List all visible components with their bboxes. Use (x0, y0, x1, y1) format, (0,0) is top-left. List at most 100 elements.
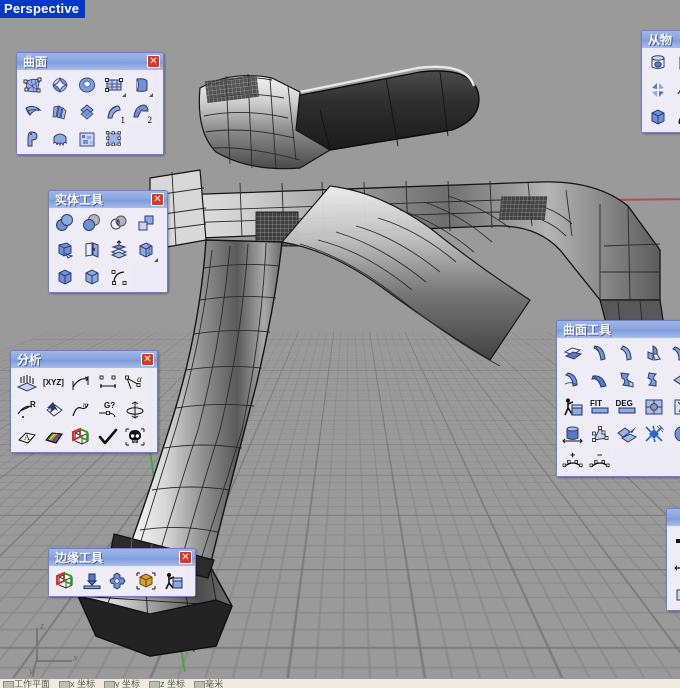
partial-move-icon[interactable] (669, 555, 680, 581)
surface-revolve-1-icon[interactable]: 1 (100, 99, 127, 125)
analysis-length-icon[interactable] (67, 370, 94, 396)
surface-merge-icon[interactable] (640, 340, 667, 366)
surface-sweep-2-rail-icon[interactable] (46, 99, 73, 125)
from-object-pattern-icon[interactable] (644, 77, 671, 103)
edge-join-icon[interactable] (78, 568, 105, 594)
surface-drape-icon[interactable] (46, 126, 73, 152)
toolbar-panel-solid-tools[interactable]: 实体工具 ✕ (48, 190, 168, 293)
analysis-bad-object-icon[interactable] (121, 424, 148, 450)
panel-titlebar-partial-right[interactable] (667, 509, 680, 526)
panel-titlebar-from-object[interactable]: 从物 (642, 31, 680, 48)
analysis-angle-icon[interactable]: α (121, 370, 148, 396)
close-icon[interactable]: ✕ (147, 55, 160, 68)
surface-match-icon[interactable] (613, 340, 640, 366)
from-object-cylinder-icon[interactable] (644, 50, 671, 76)
toolbar-panel-surface[interactable]: 曲面 ✕ 1 2 (16, 52, 164, 155)
toolbar-row (669, 528, 680, 554)
boolean-difference-icon[interactable] (78, 210, 105, 236)
toolbar-panel-from-object[interactable]: 从物 (641, 30, 680, 133)
surface-insert-knot-icon[interactable]: + (559, 448, 586, 474)
surface-remove-knot-icon[interactable]: − (586, 448, 613, 474)
surface-extend-icon[interactable] (559, 367, 586, 393)
surface-offset-icon[interactable] (559, 340, 586, 366)
close-icon[interactable]: ✕ (179, 551, 192, 564)
close-icon[interactable]: ✕ (151, 193, 164, 206)
surface-patch-icon[interactable] (100, 126, 127, 152)
analysis-radius-icon[interactable]: R (13, 397, 40, 423)
status-item-y: y 坐标 (101, 679, 146, 688)
surface-variable-blend-icon[interactable] (640, 367, 667, 393)
surface-change-degree-icon[interactable]: DEG (613, 394, 640, 420)
surface-fit-icon[interactable]: FIT (586, 394, 613, 420)
partial-point-icon[interactable] (669, 528, 680, 554)
toolbar-panel-edge-tools[interactable]: 边缘工具 ✕ (48, 548, 196, 597)
surface-rebuild-worker-icon[interactable] (559, 394, 586, 420)
surface-loft-icon[interactable] (73, 99, 100, 125)
solid-extrude-face-icon[interactable] (51, 237, 78, 263)
surface-revolve-2-icon[interactable]: 2 (127, 99, 154, 125)
edge-show-edges-icon[interactable] (51, 568, 78, 594)
surface-from-network-icon[interactable] (100, 72, 127, 98)
solid-box-icon[interactable] (51, 264, 78, 290)
surface-chamfer-icon[interactable] (613, 367, 640, 393)
surface-fillet-icon[interactable] (586, 367, 613, 393)
from-object-curve-icon[interactable] (671, 77, 680, 103)
panel-titlebar-surface[interactable]: 曲面 ✕ (17, 53, 163, 70)
surface-unroll-icon[interactable] (559, 421, 586, 447)
boolean-intersection-icon[interactable] (105, 210, 132, 236)
analysis-area-icon[interactable]: A (13, 424, 40, 450)
surface-rail-revolve-icon[interactable] (19, 126, 46, 152)
toolbar-panel-partial-right[interactable] (666, 508, 680, 611)
surface-set-uv-icon[interactable] (640, 394, 667, 420)
analysis-geometric-continuity-icon[interactable]: G? (94, 397, 121, 423)
from-object-box-icon[interactable] (644, 104, 671, 130)
surface-sweep-1-rail-icon[interactable] (19, 99, 46, 125)
surface-flatten-icon[interactable] (586, 421, 613, 447)
from-object-arc-icon[interactable] (671, 104, 680, 130)
analysis-check-object-icon[interactable] (94, 424, 121, 450)
surface-from-planar-curves-icon[interactable] (73, 72, 100, 98)
analysis-point-xyz-icon[interactable]: [XYZ] (40, 370, 67, 396)
toolbar-panel-surface-tools[interactable]: 曲面工具 FIT DEG + − (556, 320, 680, 477)
analysis-distance-to-surface-icon[interactable] (13, 370, 40, 396)
panel-titlebar-solid-tools[interactable]: 实体工具 ✕ (49, 191, 167, 208)
from-object-extrude-icon[interactable] (671, 50, 680, 76)
analysis-curvature-graph-icon[interactable]: m (67, 397, 94, 423)
analysis-show-edges-icon[interactable] (67, 424, 94, 450)
toolbar-row (559, 340, 680, 366)
panel-titlebar-surface-tools[interactable]: 曲面工具 (557, 321, 680, 338)
analysis-distance-icon[interactable] (94, 370, 121, 396)
solid-cap-planar-holes-icon[interactable] (105, 237, 132, 263)
viewport-title-perspective[interactable]: Perspective (0, 0, 86, 18)
panel-titlebar-edge-tools[interactable]: 边缘工具 ✕ (49, 549, 195, 566)
toolbar-panel-analysis[interactable]: 分析 ✕ [XYZ] α R m G? A (10, 350, 158, 453)
panel-titlebar-analysis[interactable]: 分析 ✕ (11, 351, 157, 368)
toolbar-row (644, 50, 680, 76)
analysis-direction-icon[interactable] (40, 397, 67, 423)
edge-merge-edge-icon[interactable] (159, 568, 186, 594)
solid-wire-cut-icon[interactable] (105, 264, 132, 290)
surface-blend-icon[interactable] (586, 340, 613, 366)
surface-divide-icon[interactable] (667, 421, 680, 447)
surface-connect-icon[interactable] (667, 340, 680, 366)
surface-from-edge-curves-icon[interactable] (46, 72, 73, 98)
edge-split-edge-icon[interactable] (105, 568, 132, 594)
boolean-union-icon[interactable] (51, 210, 78, 236)
surface-smash-icon[interactable] (613, 421, 640, 447)
partial-extra-icon[interactable] (669, 582, 680, 608)
close-icon[interactable]: ✕ (141, 353, 154, 366)
solid-fillet-edge-icon[interactable] (132, 237, 159, 263)
surface-squish-icon[interactable] (640, 421, 667, 447)
surface-heightfield-icon[interactable] (73, 126, 100, 152)
surface-shrink-trimmed-icon[interactable] (667, 394, 680, 420)
solid-chamfer-edge-icon[interactable] (78, 264, 105, 290)
analysis-draft-angle-icon[interactable] (121, 397, 148, 423)
gizmo-z-label: z (40, 620, 45, 632)
edge-rebuild-edges-icon[interactable] (132, 568, 159, 594)
surface-extrude-icon[interactable] (127, 72, 154, 98)
analysis-zebra-icon[interactable] (40, 424, 67, 450)
surface-untrim-icon[interactable] (667, 367, 680, 393)
boolean-split-icon[interactable] (132, 210, 159, 236)
solid-shell-icon[interactable] (78, 237, 105, 263)
surface-from-control-points-icon[interactable] (19, 72, 46, 98)
